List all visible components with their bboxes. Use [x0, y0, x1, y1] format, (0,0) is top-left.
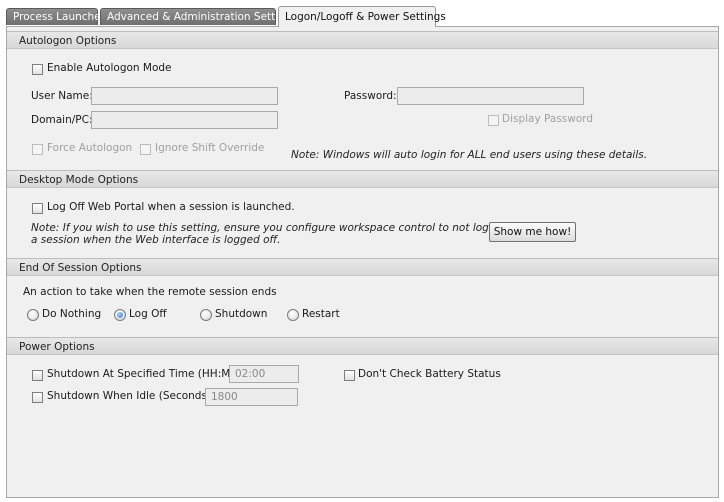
desktop-note-line1: Note: If you wish to use this setting, e…: [31, 222, 507, 234]
shutdown-time-input[interactable]: 02:00: [229, 365, 299, 383]
shutdown-at-time-checkbox[interactable]: [32, 370, 43, 381]
ignore-shift-override-checkbox[interactable]: [140, 144, 151, 155]
radio-do-nothing-label: Do Nothing: [42, 308, 102, 320]
display-password-label: Display Password: [502, 113, 594, 125]
radio-do-nothing[interactable]: [27, 309, 39, 321]
domain-label: Domain/PC:: [31, 114, 93, 126]
dont-check-battery-checkbox[interactable]: [344, 370, 355, 381]
display-password-checkbox[interactable]: [488, 115, 499, 126]
force-autologon-checkbox[interactable]: [32, 144, 43, 155]
password-input[interactable]: [397, 87, 584, 105]
settings-panel: Autologon Options Enable Autologon Mode …: [6, 26, 719, 498]
desktop-note-line2: a session when the Web interface is logg…: [31, 234, 281, 246]
power-options-header: Power Options: [7, 337, 718, 355]
shutdown-at-time-label: Shutdown At Specified Time (HH:MM):: [47, 368, 247, 380]
password-label: Password:: [344, 90, 397, 102]
shutdown-idle-input[interactable]: 1800: [205, 388, 298, 406]
tab-process-launcher[interactable]: Process Launcher: [6, 8, 105, 25]
show-me-how-button[interactable]: Show me how!: [489, 222, 576, 242]
autologon-note: Note: Windows will auto login for ALL en…: [291, 149, 648, 161]
session-action-prompt: An action to take when the remote sessio…: [23, 286, 277, 298]
desktop-mode-options-header: Desktop Mode Options: [7, 170, 718, 188]
end-of-session-options-header: End Of Session Options: [7, 258, 718, 276]
logoff-web-portal-checkbox[interactable]: [32, 203, 43, 214]
dont-check-battery-label: Don't Check Battery Status: [358, 368, 501, 380]
radio-log-off-label: Log Off: [129, 308, 167, 320]
enable-autologon-checkbox[interactable]: [32, 64, 43, 75]
username-input[interactable]: [91, 87, 278, 105]
autologon-options-header: Autologon Options: [7, 31, 718, 49]
radio-shutdown[interactable]: [200, 309, 212, 321]
tab-logon-logoff-power-settings[interactable]: Logon/Logoff & Power Settings: [278, 6, 446, 27]
username-label: User Name:: [31, 90, 93, 102]
radio-shutdown-label: Shutdown: [215, 308, 268, 320]
shutdown-when-idle-checkbox[interactable]: [32, 392, 43, 403]
ignore-shift-override-label: Ignore Shift Override: [155, 142, 265, 154]
radio-restart[interactable]: [287, 309, 299, 321]
force-autologon-label: Force Autologon: [47, 142, 133, 154]
tab-advanced-administration-settings[interactable]: Advanced & Administration Settings: [100, 8, 297, 25]
logoff-web-portal-label: Log Off Web Portal when a session is lau…: [47, 201, 295, 213]
radio-log-off[interactable]: [114, 309, 126, 321]
domain-input[interactable]: [91, 111, 278, 129]
enable-autologon-label: Enable Autologon Mode: [47, 62, 172, 74]
radio-restart-label: Restart: [302, 308, 340, 320]
shutdown-when-idle-label: Shutdown When Idle (Seconds):: [47, 390, 215, 402]
